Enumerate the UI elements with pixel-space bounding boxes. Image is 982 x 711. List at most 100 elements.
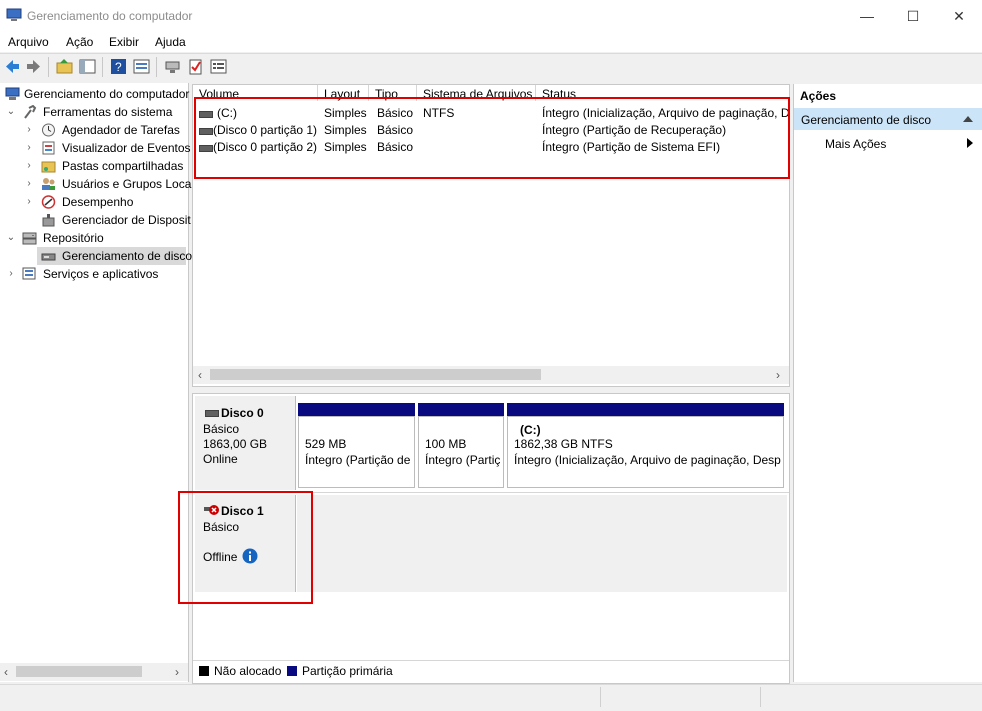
status-divider — [600, 687, 601, 707]
tree-item-performance[interactable]: › Desempenho — [0, 193, 188, 211]
chevron-right-icon[interactable]: › — [24, 139, 34, 157]
menu-arquivo[interactable]: Arquivo — [8, 35, 49, 49]
computer-management-icon — [6, 8, 22, 21]
tree-item-event-viewer[interactable]: › Visualizador de Eventos — [0, 139, 190, 157]
maximize-button[interactable]: ☐ — [890, 0, 936, 32]
legend: Não alocado Partição primária — [193, 660, 789, 682]
list-horizontal-scrollbar[interactable]: ‹ › — [193, 366, 789, 384]
partition-bar — [418, 403, 504, 416]
partition-status: Íntegro (Partiç — [425, 453, 501, 467]
tree-horizontal-scrollbar[interactable]: ‹ › — [0, 663, 188, 681]
partition-size: 1862,38 GB NTFS — [514, 437, 613, 451]
tree-label: Gerenciamento do computador — [24, 87, 190, 101]
tree-label: Gerenciamento de disco — [62, 249, 193, 263]
partition-size: 529 MB — [305, 437, 347, 451]
disk-state: Online — [203, 452, 238, 466]
forward-arrow-icon[interactable] — [25, 58, 42, 75]
scroll-left-icon[interactable]: ‹ — [198, 368, 202, 382]
legend-swatch-primary — [287, 666, 297, 676]
scroll-right-icon[interactable]: › — [175, 665, 179, 679]
disk-1-empty-area — [297, 495, 787, 592]
up-folder-icon[interactable] — [56, 58, 73, 75]
tree-label: Pastas compartilhadas — [62, 159, 184, 173]
tree-label: Repositório — [43, 231, 104, 245]
chevron-right-icon[interactable]: › — [6, 265, 16, 283]
tree-label: Usuários e Grupos Loca — [62, 177, 192, 191]
event-viewer-icon — [42, 141, 55, 155]
action-more-actions[interactable]: Mais Ações — [794, 134, 982, 152]
device-manager-icon — [42, 214, 55, 227]
status-bar — [0, 684, 982, 711]
minimize-button[interactable]: — — [844, 0, 890, 32]
menu-bar — [0, 32, 982, 52]
highlight-box-disk-1 — [178, 491, 313, 604]
tree-item-root[interactable]: Gerenciamento do computador — [0, 85, 190, 103]
disk-management-icon — [41, 253, 56, 261]
tree-label: Desempenho — [62, 195, 134, 209]
tree-item-disk-management[interactable]: Gerenciamento de disco — [37, 247, 192, 265]
partition-block[interactable]: 529 MB Íntegro (Partição de — [298, 416, 415, 488]
legend-label-primary: Partição primária — [302, 664, 393, 678]
toolbar-separator — [102, 57, 103, 77]
tree-item-system-tools[interactable]: ⌄ Ferramentas do sistema — [0, 103, 188, 121]
action-section-disk-management[interactable]: Gerenciamento de disco — [794, 108, 982, 130]
tree-item-storage[interactable]: ⌄ Repositório — [0, 229, 188, 247]
partition-status: Íntegro (Partição de — [305, 453, 411, 467]
chevron-right-icon[interactable]: › — [24, 121, 34, 139]
computer-management-icon — [5, 87, 20, 100]
menu-ajuda[interactable]: Ajuda — [155, 35, 186, 49]
menu-exibir[interactable]: Exibir — [109, 35, 139, 49]
navigation-tree: Gerenciamento do computador ⌄ Ferramenta… — [0, 83, 192, 682]
window-title: Gerenciamento do computador — [27, 9, 193, 23]
scroll-left-icon[interactable]: ‹ — [4, 665, 8, 679]
disk-size: 1863,00 GB — [203, 437, 268, 451]
show-hide-tree-icon[interactable] — [79, 58, 96, 75]
disk-name: Disco 0 — [221, 406, 264, 420]
tree-item-shared-folders[interactable]: › Pastas compartilhadas — [0, 157, 188, 175]
chevron-right-icon[interactable]: › — [24, 193, 34, 211]
toolbar-separator — [48, 57, 49, 77]
partition-status: Íntegro (Inicialização, Arquivo de pagin… — [514, 453, 781, 467]
chevron-right-icon[interactable]: › — [24, 175, 34, 193]
back-arrow-icon[interactable] — [4, 58, 21, 75]
partition-title: (C:) — [520, 423, 541, 437]
chevron-down-icon[interactable]: ⌄ — [6, 103, 16, 121]
partition-bar — [507, 403, 784, 416]
collapse-triangle-icon[interactable] — [963, 116, 973, 122]
scrollbar-thumb[interactable] — [210, 369, 541, 380]
performance-icon — [41, 195, 56, 209]
action-label: Mais Ações — [825, 137, 887, 151]
tree-label: Agendador de Tarefas — [62, 123, 180, 137]
legend-label-unallocated: Não alocado — [214, 664, 282, 678]
actions-header: Ações — [800, 89, 837, 103]
tree-item-services[interactable]: › Serviços e aplicativos — [0, 265, 188, 283]
partition-block[interactable]: 100 MB Íntegro (Partiç — [418, 416, 504, 488]
tree-label: Ferramentas do sistema — [43, 105, 173, 119]
tree-item-task-scheduler[interactable]: › Agendador de Tarefas — [0, 121, 188, 139]
services-icon — [22, 267, 36, 280]
partition-size: 100 MB — [425, 437, 467, 451]
legend-swatch-unallocated — [199, 666, 209, 676]
tree-item-device-manager[interactable]: Gerenciador de Disposit — [0, 211, 191, 229]
storage-icon — [22, 232, 37, 245]
disk-type: Básico — [203, 422, 240, 436]
properties-icon[interactable] — [133, 58, 150, 75]
title-bar: Gerenciamento do computador — ☐ ✕ — [0, 0, 982, 32]
close-button[interactable]: ✕ — [936, 0, 982, 32]
scroll-right-icon[interactable]: › — [776, 368, 780, 382]
users-icon — [42, 178, 55, 190]
clock-icon — [42, 123, 55, 137]
help-icon[interactable]: ? — [110, 58, 127, 75]
chevron-right-icon[interactable]: › — [24, 157, 34, 175]
scrollbar-thumb[interactable] — [16, 666, 142, 677]
tree-label: Serviços e aplicativos — [43, 267, 159, 281]
checklist-icon[interactable] — [187, 58, 204, 75]
disk-0-label[interactable]: Disco 0 Básico 1863,00 GB Online — [195, 396, 296, 490]
chevron-down-icon[interactable]: ⌄ — [6, 229, 16, 247]
tree-item-local-users[interactable]: › Usuários e Grupos Loca — [0, 175, 192, 193]
partition-block[interactable]: (C:) 1862,38 GB NTFS Íntegro (Inicializa… — [507, 416, 784, 488]
list-view-icon[interactable] — [210, 58, 227, 75]
connect-icon[interactable] — [164, 58, 181, 75]
menu-acao[interactable]: Ação — [66, 35, 93, 49]
highlight-box-volume-list — [194, 97, 790, 179]
